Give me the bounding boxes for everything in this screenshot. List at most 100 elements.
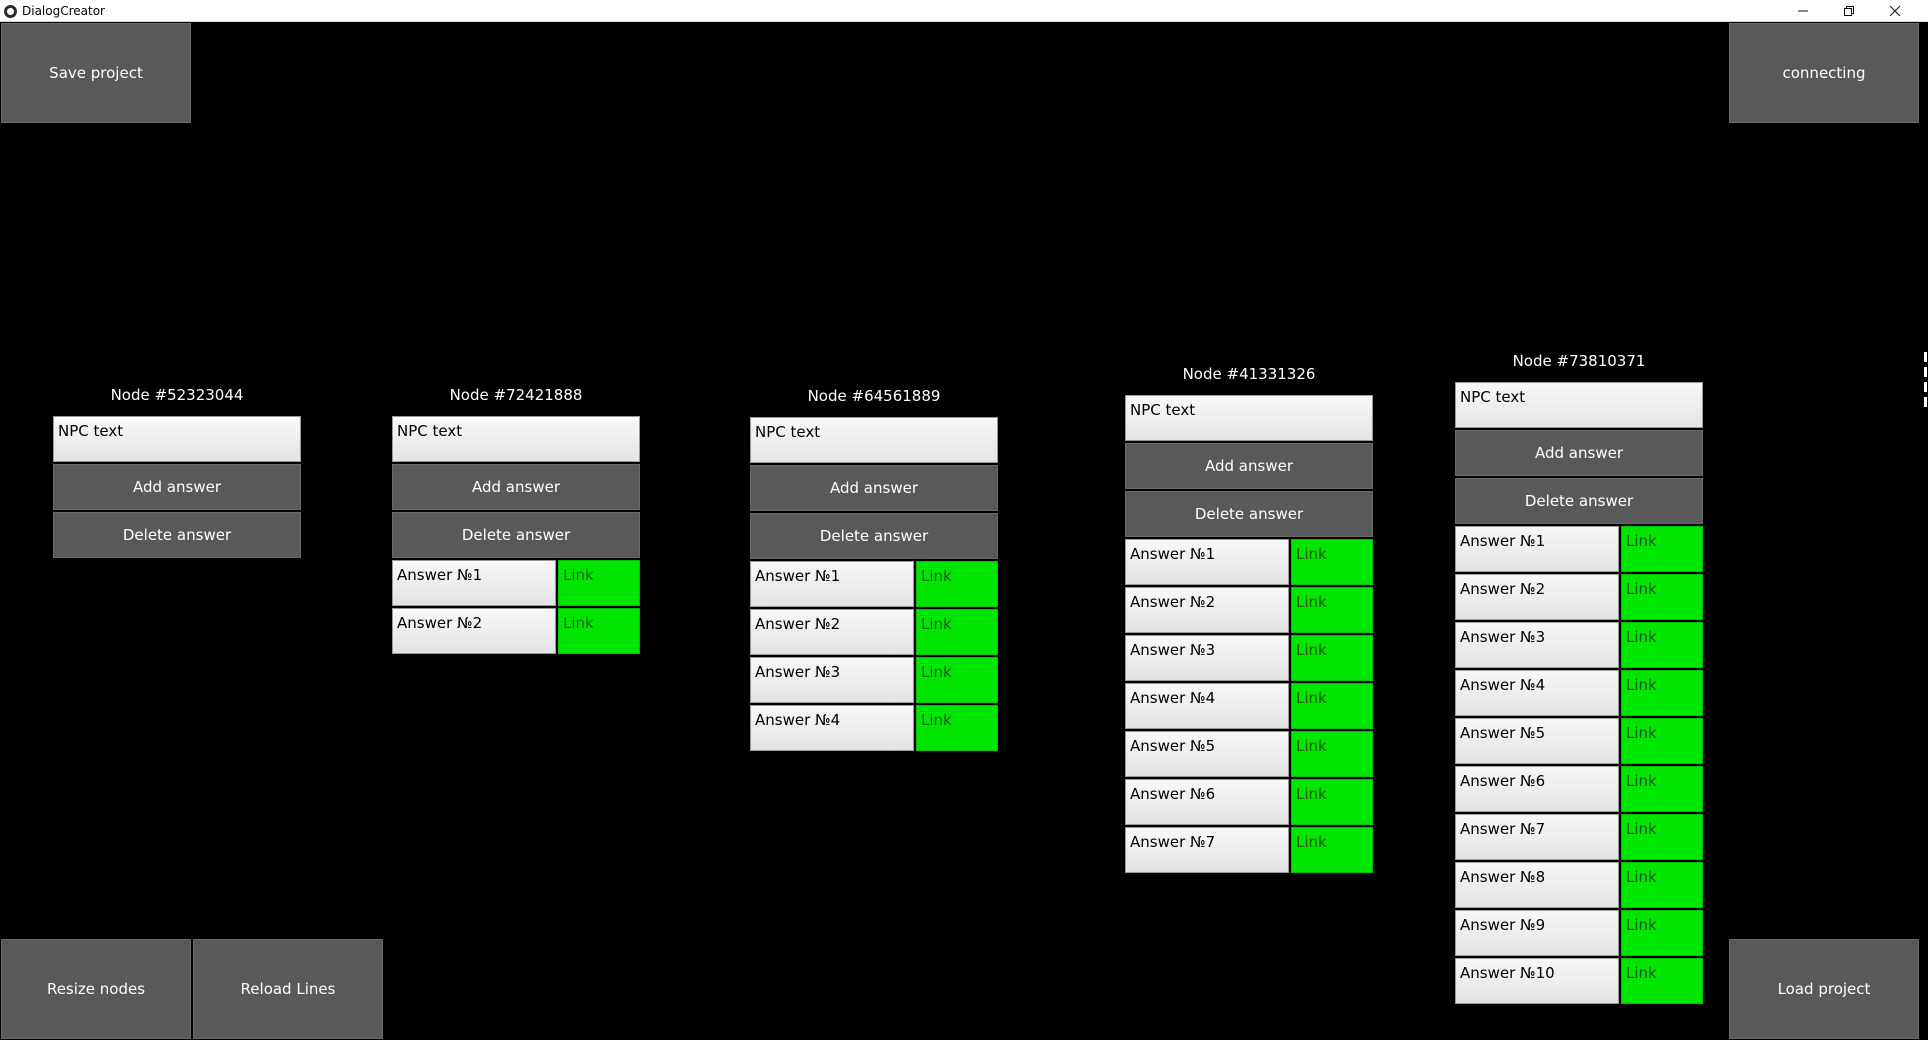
answer-text-field[interactable]: Answer №7: [1455, 814, 1619, 860]
link-button[interactable]: Link: [1621, 526, 1703, 572]
delete-answer-button[interactable]: Delete answer: [392, 512, 640, 558]
answer-text-field[interactable]: Answer №1: [1125, 539, 1289, 585]
load-project-button[interactable]: Load project: [1729, 939, 1919, 1039]
link-button[interactable]: Link: [916, 561, 998, 607]
link-button[interactable]: Link: [1291, 587, 1373, 633]
npc-text-field[interactable]: NPC text: [1125, 395, 1373, 441]
link-button[interactable]: Link: [1621, 718, 1703, 764]
answer-row: Answer №2 Link: [1125, 587, 1373, 633]
answer-row: Answer №2 Link: [750, 609, 998, 655]
answer-text-field[interactable]: Answer №2: [750, 609, 914, 655]
link-button[interactable]: Link: [1291, 731, 1373, 777]
answer-text-field[interactable]: Answer №10: [1455, 958, 1619, 1004]
link-button[interactable]: Link: [1621, 814, 1703, 860]
delete-answer-button[interactable]: Delete answer: [750, 513, 998, 559]
node-title[interactable]: Node #73810371: [1455, 348, 1703, 374]
answer-text-field[interactable]: Answer №4: [1455, 670, 1619, 716]
answer-text-field[interactable]: Answer №1: [750, 561, 914, 607]
answer-text-field[interactable]: Answer №9: [1455, 910, 1619, 956]
answer-row: Answer №3 Link: [1125, 635, 1373, 681]
link-button[interactable]: Link: [1291, 539, 1373, 585]
link-button[interactable]: Link: [916, 657, 998, 703]
add-answer-button[interactable]: Add answer: [1125, 443, 1373, 489]
resize-nodes-button[interactable]: Resize nodes: [1, 939, 191, 1039]
reload-lines-button[interactable]: Reload Lines: [193, 939, 383, 1039]
minimize-button[interactable]: [1780, 0, 1826, 22]
delete-answer-button[interactable]: Delete answer: [53, 512, 301, 558]
answer-text-field[interactable]: Answer №4: [750, 705, 914, 751]
close-icon: [1889, 5, 1901, 17]
answer-row: Answer №2 Link: [1455, 574, 1703, 620]
node-title[interactable]: Node #52323044: [53, 382, 301, 408]
link-button[interactable]: Link: [1291, 779, 1373, 825]
link-button[interactable]: Link: [558, 608, 640, 654]
delete-answer-button[interactable]: Delete answer: [1125, 491, 1373, 537]
connecting-button[interactable]: connecting: [1729, 23, 1919, 123]
link-button[interactable]: Link: [1621, 958, 1703, 1004]
npc-text-field[interactable]: NPC text: [392, 416, 640, 462]
answer-text-field[interactable]: Answer №1: [392, 560, 556, 606]
link-button[interactable]: Link: [1621, 622, 1703, 668]
link-button[interactable]: Link: [1291, 827, 1373, 873]
answer-row: Answer №4 Link: [750, 705, 998, 751]
link-button[interactable]: Link: [1621, 574, 1703, 620]
answer-text-field[interactable]: Answer №2: [1125, 587, 1289, 633]
link-button[interactable]: Link: [1621, 670, 1703, 716]
dialog-node[interactable]: Node #64561889 NPC text Add answer Delete a…: [750, 383, 998, 751]
add-answer-button[interactable]: Add answer: [750, 465, 998, 511]
dialog-node[interactable]: Node #73810371 NPC text Add answer Delete a…: [1455, 348, 1703, 1004]
delete-answer-button[interactable]: Delete answer: [1455, 478, 1703, 524]
answer-row: Answer №4 Link: [1125, 683, 1373, 729]
answer-row: Answer №9 Link: [1455, 910, 1703, 956]
answer-text-field[interactable]: Answer №4: [1125, 683, 1289, 729]
link-button[interactable]: Link: [558, 560, 640, 606]
answer-text-field[interactable]: Answer №2: [392, 608, 556, 654]
answer-row: Answer №3 Link: [750, 657, 998, 703]
node-title[interactable]: Node #72421888: [392, 382, 640, 408]
answer-row: Answer №2 Link: [392, 608, 640, 654]
answer-row: Answer №1 Link: [392, 560, 640, 606]
answer-row: Answer №3 Link: [1455, 622, 1703, 668]
answer-row: Answer №1 Link: [1125, 539, 1373, 585]
answer-text-field[interactable]: Answer №2: [1455, 574, 1619, 620]
npc-text-field[interactable]: NPC text: [750, 417, 998, 463]
answer-text-field[interactable]: Answer №8: [1455, 862, 1619, 908]
node-title[interactable]: Node #41331326: [1125, 361, 1373, 387]
scroll-edge-marks: [1924, 352, 1928, 412]
answer-text-field[interactable]: Answer №6: [1125, 779, 1289, 825]
close-button[interactable]: [1872, 0, 1918, 22]
dialog-node[interactable]: Node #41331326 NPC text Add answer Delete a…: [1125, 361, 1373, 873]
answer-row: Answer №7 Link: [1455, 814, 1703, 860]
add-answer-button[interactable]: Add answer: [392, 464, 640, 510]
npc-text-field[interactable]: NPC text: [1455, 382, 1703, 428]
restore-button[interactable]: [1826, 0, 1872, 22]
answer-row: Answer №6 Link: [1125, 779, 1373, 825]
answer-text-field[interactable]: Answer №6: [1455, 766, 1619, 812]
answer-text-field[interactable]: Answer №3: [750, 657, 914, 703]
answer-text-field[interactable]: Answer №5: [1125, 731, 1289, 777]
answer-row: Answer №1 Link: [750, 561, 998, 607]
dialog-node[interactable]: Node #52323044 NPC text Add answer Delete a…: [53, 382, 301, 558]
link-button[interactable]: Link: [1291, 635, 1373, 681]
answer-text-field[interactable]: Answer №1: [1455, 526, 1619, 572]
npc-text-field[interactable]: NPC text: [53, 416, 301, 462]
link-button[interactable]: Link: [1621, 766, 1703, 812]
save-project-button[interactable]: Save project: [1, 23, 191, 123]
dialog-node[interactable]: Node #72421888 NPC text Add answer Delete a…: [392, 382, 640, 654]
link-button[interactable]: Link: [1621, 862, 1703, 908]
node-canvas[interactable]: Save project connecting Resize nodes Rel…: [0, 22, 1928, 1040]
link-button[interactable]: Link: [916, 609, 998, 655]
answer-text-field[interactable]: Answer №3: [1455, 622, 1619, 668]
restore-icon: [1844, 6, 1854, 16]
node-title[interactable]: Node #64561889: [750, 383, 998, 409]
answer-text-field[interactable]: Answer №7: [1125, 827, 1289, 873]
link-button[interactable]: Link: [916, 705, 998, 751]
add-answer-button[interactable]: Add answer: [1455, 430, 1703, 476]
add-answer-button[interactable]: Add answer: [53, 464, 301, 510]
answer-text-field[interactable]: Answer №5: [1455, 718, 1619, 764]
answer-row: Answer №7 Link: [1125, 827, 1373, 873]
answer-row: Answer №5 Link: [1455, 718, 1703, 764]
link-button[interactable]: Link: [1621, 910, 1703, 956]
answer-text-field[interactable]: Answer №3: [1125, 635, 1289, 681]
link-button[interactable]: Link: [1291, 683, 1373, 729]
